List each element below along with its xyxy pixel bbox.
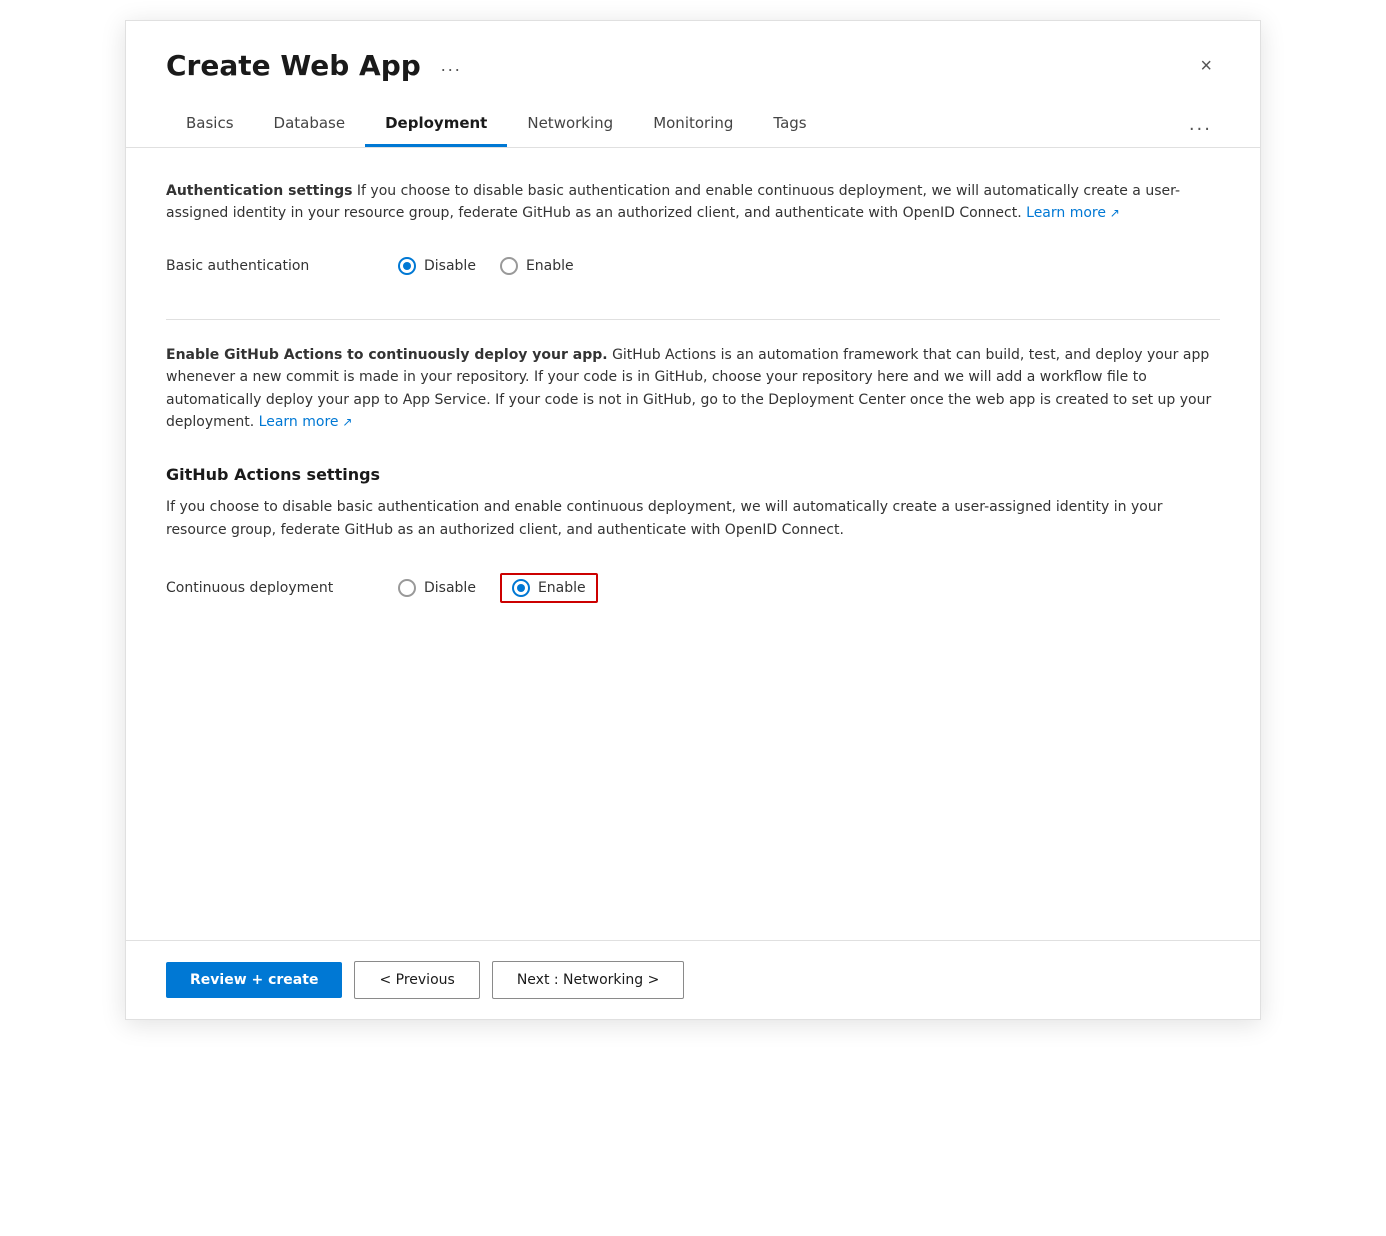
- review-create-button[interactable]: Review + create: [166, 962, 342, 998]
- tab-networking[interactable]: Networking: [507, 102, 633, 147]
- basic-auth-disable-radio[interactable]: [398, 257, 416, 275]
- continuous-deployment-disable-option[interactable]: Disable: [398, 579, 476, 597]
- basic-auth-disable-dot: [403, 262, 411, 270]
- basic-auth-label: Basic authentication: [166, 258, 366, 274]
- tabs-more-button[interactable]: ...: [1181, 106, 1220, 143]
- continuous-deployment-disable-radio[interactable]: [398, 579, 416, 597]
- tab-deployment[interactable]: Deployment: [365, 102, 507, 147]
- auth-description: Authentication settings If you choose to…: [166, 180, 1220, 225]
- basic-auth-disable-option[interactable]: Disable: [398, 257, 476, 275]
- tabs-bar: Basics Database Deployment Networking Mo…: [126, 102, 1260, 148]
- basic-auth-enable-radio[interactable]: [500, 257, 518, 275]
- continuous-deployment-disable-label: Disable: [424, 580, 476, 596]
- basic-auth-enable-label: Enable: [526, 258, 574, 274]
- footer: Review + create < Previous Next : Networ…: [126, 940, 1260, 1019]
- dialog-ellipsis-button[interactable]: ...: [433, 51, 470, 80]
- content-area: Authentication settings If you choose to…: [126, 148, 1260, 940]
- github-actions-settings-section: GitHub Actions settings If you choose to…: [166, 465, 1220, 615]
- continuous-deployment-enable-label: Enable: [538, 580, 586, 596]
- github-actions-description-bold: Enable GitHub Actions to continuously de…: [166, 347, 608, 363]
- basic-auth-enable-option[interactable]: Enable: [500, 257, 574, 275]
- next-button[interactable]: Next : Networking >: [492, 961, 685, 999]
- continuous-deployment-enable-dot: [517, 584, 525, 592]
- continuous-deployment-label: Continuous deployment: [166, 580, 366, 596]
- auth-description-bold: Authentication settings: [166, 183, 352, 199]
- dialog-header: Create Web App ... ×: [126, 21, 1260, 102]
- previous-button[interactable]: < Previous: [354, 961, 479, 999]
- tab-basics[interactable]: Basics: [166, 102, 254, 147]
- authentication-section: Authentication settings If you choose to…: [166, 180, 1220, 287]
- continuous-deployment-radio-group: Disable Enable: [398, 573, 598, 603]
- github-actions-learn-more-link[interactable]: Learn more: [259, 414, 353, 430]
- basic-auth-row: Basic authentication Disable Enable: [166, 245, 1220, 287]
- basic-auth-disable-label: Disable: [424, 258, 476, 274]
- auth-learn-more-link[interactable]: Learn more: [1026, 205, 1120, 221]
- divider-1: [166, 319, 1220, 320]
- github-actions-section: Enable GitHub Actions to continuously de…: [166, 344, 1220, 434]
- github-actions-description: Enable GitHub Actions to continuously de…: [166, 344, 1220, 434]
- basic-auth-radio-group: Disable Enable: [398, 257, 574, 275]
- continuous-deployment-enable-radio[interactable]: [512, 579, 530, 597]
- create-web-app-dialog: Create Web App ... × Basics Database Dep…: [125, 20, 1261, 1020]
- github-actions-settings-description: If you choose to disable basic authentic…: [166, 496, 1220, 541]
- close-button[interactable]: ×: [1192, 52, 1220, 80]
- tab-monitoring[interactable]: Monitoring: [633, 102, 753, 147]
- continuous-deployment-enable-option[interactable]: Enable: [500, 573, 598, 603]
- tab-tags[interactable]: Tags: [753, 102, 826, 147]
- dialog-title-area: Create Web App ...: [166, 49, 470, 82]
- dialog-title: Create Web App: [166, 49, 421, 82]
- continuous-deployment-row: Continuous deployment Disable Enable: [166, 561, 1220, 615]
- github-actions-settings-title: GitHub Actions settings: [166, 465, 1220, 484]
- tab-database[interactable]: Database: [254, 102, 366, 147]
